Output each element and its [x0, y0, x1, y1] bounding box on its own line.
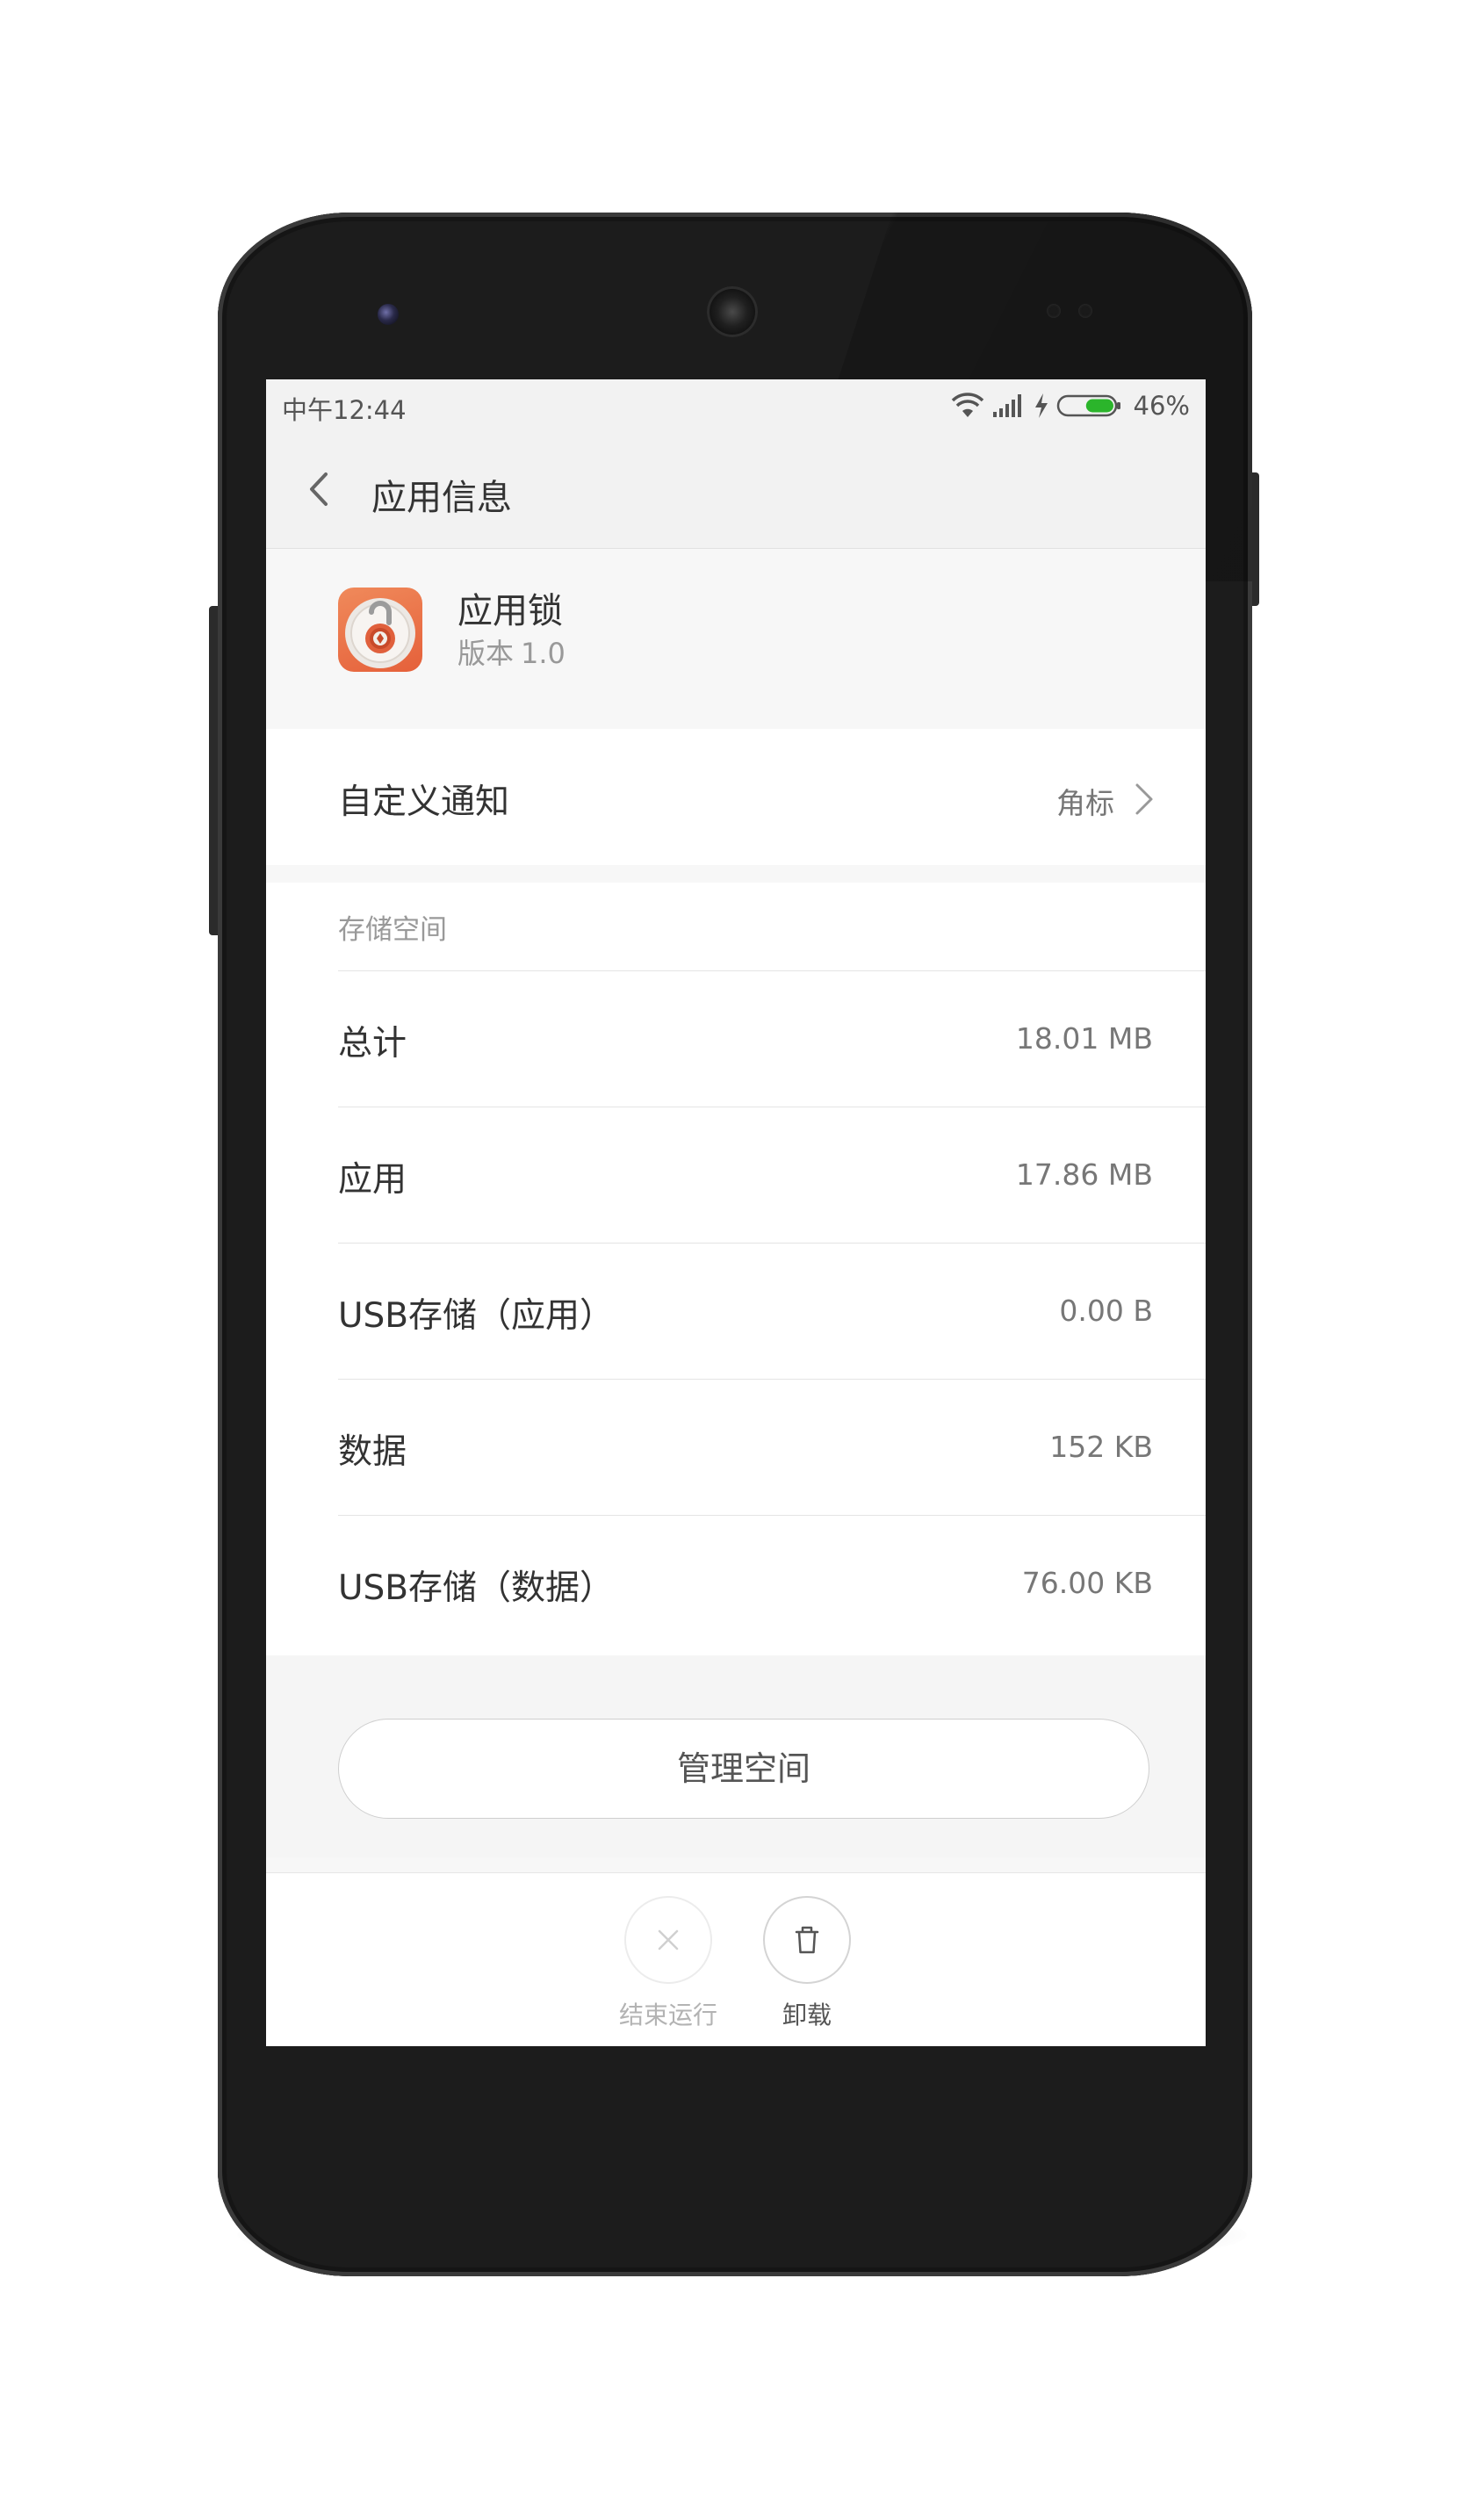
- wifi-icon: [951, 393, 984, 419]
- storage-label: USB存储（应用）: [338, 1296, 615, 1336]
- divider: [338, 1243, 1206, 1244]
- storage-row-app: 应用 17.86 MB: [266, 1107, 1206, 1243]
- back-button[interactable]: [299, 467, 343, 511]
- storage-section-title: 存储空间: [338, 914, 447, 946]
- force-stop-label: 结束运行: [618, 2001, 717, 2030]
- storage-section: 存储空间 总计 18.01 MB 应用 17.86 MB USB存储（应用） 0…: [266, 883, 1206, 1655]
- status-time: 中午12:44: [282, 395, 407, 425]
- storage-label: 应用: [338, 1160, 407, 1200]
- chevron-right-icon: [1135, 783, 1153, 815]
- uninstall-circle: [763, 1896, 851, 1984]
- charging-icon: [1034, 393, 1049, 419]
- app-version: 版本 1.0: [457, 631, 566, 672]
- storage-label: USB存储（数据）: [338, 1568, 615, 1608]
- app-name: 应用锁: [457, 591, 563, 631]
- storage-row-total: 总计 18.01 MB: [266, 970, 1206, 1107]
- manage-space-button[interactable]: 管理空间: [338, 1719, 1149, 1819]
- storage-label: 总计: [338, 1024, 407, 1063]
- close-icon: [658, 1929, 679, 1950]
- status-icons: 46%: [951, 390, 1190, 422]
- force-stop-circle: [624, 1896, 712, 1984]
- app-header: 应用锁 版本 1.0: [266, 549, 1206, 725]
- trash-icon: [795, 1926, 819, 1954]
- version-label: 版本: [457, 637, 515, 670]
- storage-value: 76.00 KB: [1021, 1566, 1153, 1600]
- storage-value: 152 KB: [1049, 1430, 1153, 1464]
- front-camera: [378, 304, 399, 325]
- storage-label: 数据: [338, 1432, 407, 1472]
- chevron-left-icon: [310, 472, 328, 506]
- page-title: 应用信息: [371, 478, 512, 518]
- divider: [338, 1379, 1206, 1380]
- custom-notification-row[interactable]: 自定义通知 角标: [266, 729, 1206, 865]
- screen: 中午12:44 46% 应用信息 应用锁 版本 1.0 自定义通知 角标 存储空…: [266, 379, 1206, 2046]
- light-sensor: [1078, 304, 1092, 318]
- divider: [338, 970, 1206, 971]
- custom-notification-label: 自定义通知: [338, 782, 510, 822]
- storage-value: 0.00 B: [1059, 1294, 1153, 1328]
- custom-notification-value: 角标: [1056, 786, 1114, 820]
- uninstall-label: 卸载: [782, 2001, 832, 2030]
- uninstall-button[interactable]: 卸载: [737, 1896, 877, 2031]
- proximity-sensor: [1047, 304, 1061, 318]
- battery-percent: 46%: [1133, 391, 1190, 421]
- title-bar: 应用信息: [266, 434, 1206, 549]
- padlock-icon: [345, 598, 415, 668]
- storage-value: 17.86 MB: [1015, 1157, 1153, 1192]
- bottom-action-bar: 结束运行 卸载: [266, 1872, 1206, 2046]
- battery-icon: [1056, 393, 1123, 419]
- manage-area: 管理空间: [266, 1655, 1206, 1857]
- storage-row-usb-app: USB存储（应用） 0.00 B: [266, 1243, 1206, 1379]
- force-stop-button[interactable]: 结束运行: [598, 1896, 738, 2031]
- storage-row-usb-data: USB存储（数据） 76.00 KB: [266, 1515, 1206, 1651]
- app-icon: [338, 588, 422, 672]
- storage-row-data: 数据 152 KB: [266, 1379, 1206, 1515]
- status-bar: 中午12:44 46%: [266, 379, 1206, 434]
- earpiece-speaker: [707, 286, 758, 337]
- signal-icon: [991, 393, 1027, 419]
- version-number: 1.0: [521, 637, 566, 670]
- storage-value: 18.01 MB: [1015, 1021, 1153, 1056]
- divider: [338, 1515, 1206, 1516]
